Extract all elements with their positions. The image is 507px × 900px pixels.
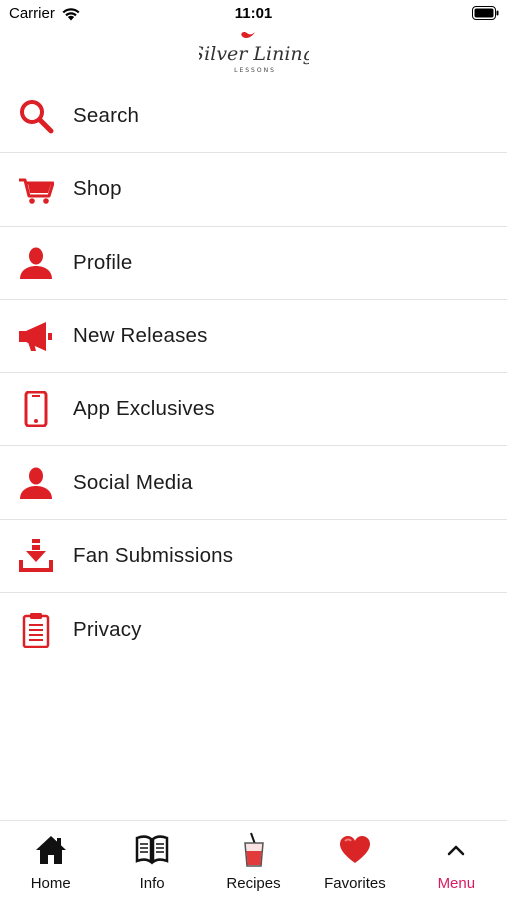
menu-item-new-releases[interactable]: New Releases: [0, 300, 507, 374]
book-icon: [135, 832, 169, 868]
menu-item-fan-submissions[interactable]: Fan Submissions: [0, 520, 507, 594]
clipboard-icon: [18, 612, 54, 648]
menu-item-profile[interactable]: Profile: [0, 227, 507, 300]
menu-item-label: New Releases: [73, 324, 208, 348]
status-bar: Carrier 11:01: [0, 0, 507, 28]
person-icon: [18, 465, 54, 501]
home-icon: [35, 832, 67, 868]
tab-label: Favorites: [324, 875, 386, 892]
menu-item-label: Shop: [73, 177, 122, 201]
app-logo: Silver Lining LESSONS: [0, 28, 507, 80]
menu-item-shop[interactable]: Shop: [0, 153, 507, 227]
menu-item-social-media[interactable]: Social Media: [0, 446, 507, 520]
menu-item-label: App Exclusives: [73, 397, 215, 421]
menu-item-label: Fan Submissions: [73, 543, 234, 567]
logo-name: Silver Lining: [199, 43, 309, 65]
search-icon: [18, 98, 54, 134]
tab-info[interactable]: Info: [101, 821, 202, 900]
cart-icon: [18, 171, 54, 207]
logo-tagline: LESSONS: [234, 67, 276, 74]
drink-icon: [240, 832, 268, 868]
tab-bar: Home Info Recipes Favorites Menu: [0, 820, 507, 900]
tab-label: Menu: [437, 875, 476, 892]
megaphone-icon: [18, 318, 54, 354]
silver-lining-logo: Silver Lining LESSONS: [199, 31, 309, 74]
status-time: 11:01: [234, 5, 273, 22]
heart-icon: [339, 832, 371, 868]
chevron-up-icon: [446, 832, 466, 868]
menu-item-label: Privacy: [73, 617, 142, 641]
menu-list: Search Shop Profile New Releases App Exc…: [0, 80, 507, 666]
menu-item-search[interactable]: Search: [0, 80, 507, 154]
tab-label: Recipes: [226, 875, 281, 892]
tab-home[interactable]: Home: [0, 821, 101, 900]
tab-label: Info: [139, 875, 165, 892]
tab-recipes[interactable]: Recipes: [203, 821, 304, 900]
menu-item-label: Search: [73, 104, 140, 128]
menu-item-app-exclusives[interactable]: App Exclusives: [0, 373, 507, 447]
download-icon: [18, 538, 54, 574]
tab-label: Home: [30, 875, 71, 892]
phone-icon: [18, 391, 54, 428]
battery-icon: [472, 6, 499, 20]
tab-favorites[interactable]: Favorites: [304, 821, 405, 900]
person-icon: [18, 245, 54, 281]
menu-item-label: Social Media: [73, 470, 193, 494]
menu-item-privacy[interactable]: Privacy: [0, 593, 507, 666]
tab-menu[interactable]: Menu: [406, 821, 507, 900]
menu-item-label: Profile: [73, 250, 133, 274]
